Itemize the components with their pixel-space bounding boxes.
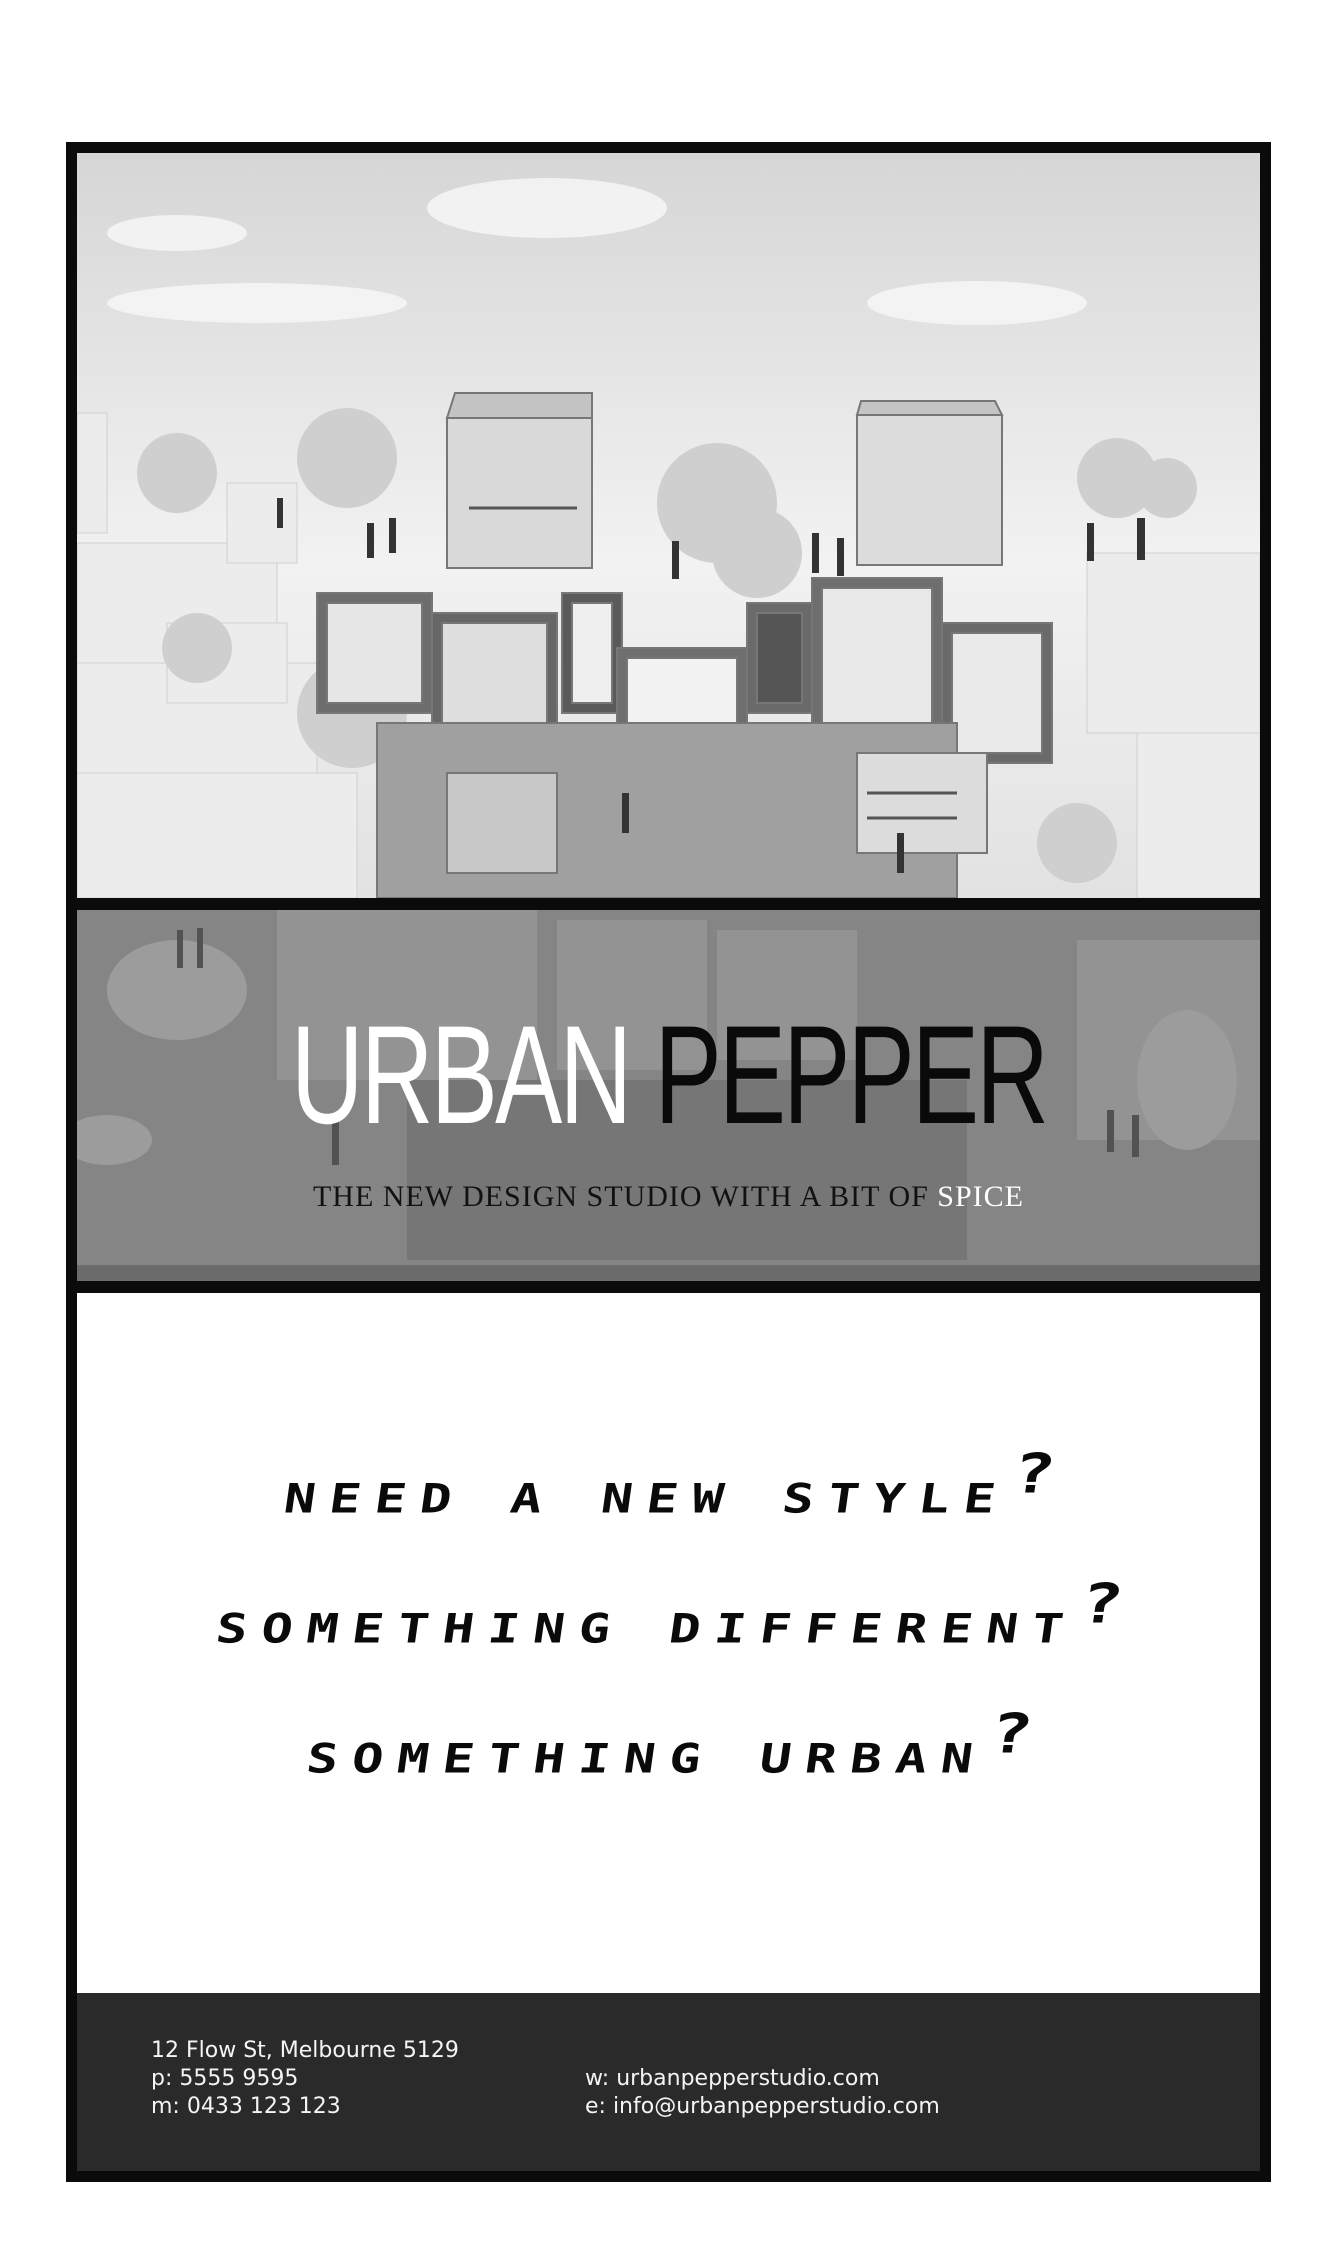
poster-frame: URBAN PEPPER THE NEW DESIGN STUDIO WITH … bbox=[66, 142, 1271, 2182]
divider bbox=[77, 898, 1260, 910]
website-link[interactable]: w: urbanpepperstudio.com bbox=[585, 2065, 940, 2093]
mobile: m: 0433 123 123 bbox=[151, 2094, 341, 2119]
headline-line-3: SOMETHING URBAN? bbox=[77, 1702, 1260, 1786]
headline-line-1: NEED A NEW STYLE? bbox=[77, 1442, 1260, 1526]
question-mark: ? bbox=[985, 1701, 1037, 1766]
contact-footer: 12 Flow St, Melbourne 5129 p: 5555 9595 … bbox=[77, 1993, 1260, 2171]
architecture-illustration bbox=[77, 178, 1260, 898]
brand-logo: URBAN PEPPER bbox=[243, 1005, 1095, 1145]
title-band: URBAN PEPPER THE NEW DESIGN STUDIO WITH … bbox=[77, 910, 1260, 1281]
divider bbox=[77, 1281, 1260, 1293]
question-mark: ? bbox=[1008, 1441, 1060, 1506]
headline-line-2: SOMETHING DIFFERENT? bbox=[77, 1572, 1260, 1656]
email-link[interactable]: e: info@urbanpepperstudio.com bbox=[585, 2093, 940, 2121]
tagline-accent: SPICE bbox=[937, 1180, 1024, 1213]
hero-photo bbox=[77, 153, 1260, 898]
headline-line-2-text: SOMETHING DIFFERENT bbox=[212, 1606, 1081, 1653]
brand-word-urban: URBAN bbox=[290, 996, 632, 1153]
headline-line-1-text: NEED A NEW STYLE bbox=[280, 1476, 1013, 1523]
phone: p: 5555 9595 bbox=[151, 2066, 299, 2091]
contact-left: 12 Flow St, Melbourne 5129 p: 5555 9595 … bbox=[151, 2037, 459, 2121]
question-mark: ? bbox=[1076, 1571, 1128, 1636]
headline-line-3-text: SOMETHING URBAN bbox=[303, 1736, 990, 1783]
tagline: THE NEW DESIGN STUDIO WITH A BIT OF SPIC… bbox=[77, 1180, 1260, 1214]
contact-right: w: urbanpepperstudio.com e: info@urbanpe… bbox=[585, 2065, 940, 2121]
address: 12 Flow St, Melbourne 5129 bbox=[151, 2038, 459, 2063]
tagline-text: THE NEW DESIGN STUDIO WITH A BIT OF bbox=[312, 1180, 929, 1213]
brand-word-pepper: PEPPER bbox=[654, 996, 1049, 1153]
headline-panel: NEED A NEW STYLE? SOMETHING DIFFERENT? S… bbox=[77, 1293, 1260, 1993]
